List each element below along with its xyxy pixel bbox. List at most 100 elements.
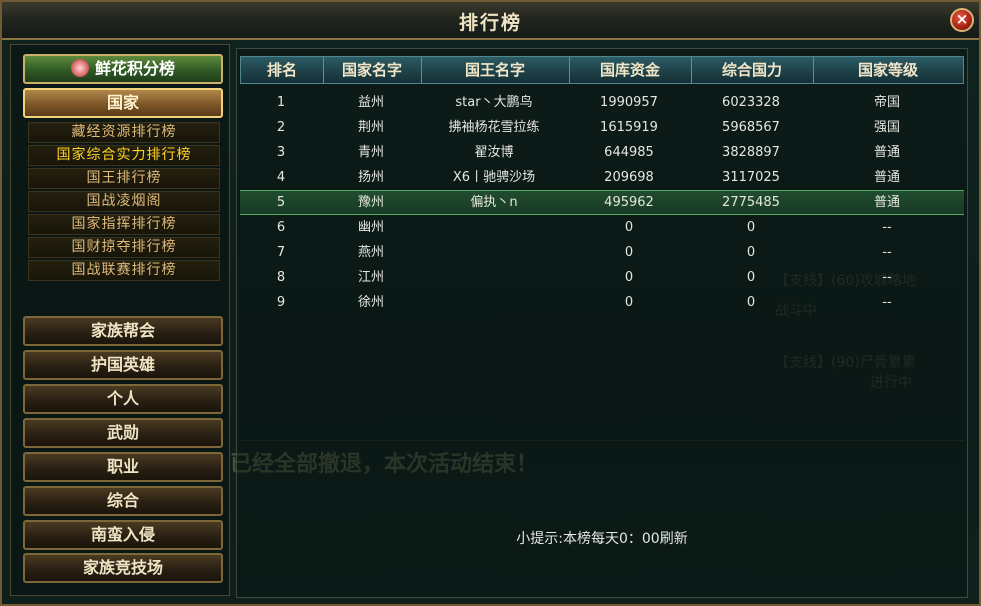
cell-king-name: 翟汝博: [474, 145, 514, 160]
category-label: 护国英雄: [90, 355, 155, 374]
cell-rank: 5: [276, 195, 286, 210]
sidebar-sub-item[interactable]: 藏经资源排行榜: [28, 122, 220, 143]
table-row[interactable]: 9 徐州 0 0 --: [240, 290, 964, 315]
cell-rank: 7: [276, 245, 286, 260]
cell-country-name: 燕州: [357, 245, 384, 260]
cell-country-name: 青州: [357, 145, 384, 160]
title-bar[interactable]: 排行榜 ×: [2, 2, 979, 40]
category-label: 个人: [106, 389, 139, 408]
country-category-label: 国家: [106, 93, 139, 112]
cell-king-name: [420, 215, 568, 240]
cell-treasury: 0: [624, 270, 634, 285]
cell-country-level: 帝国: [873, 95, 900, 110]
category-button[interactable]: 个人: [23, 384, 223, 414]
cell-country-level: --: [882, 220, 892, 235]
close-icon[interactable]: ×: [956, 10, 969, 28]
cell-rank: 9: [276, 295, 286, 310]
country-category-button[interactable]: 国家: [23, 88, 223, 118]
cell-country-level: 普通: [873, 145, 900, 160]
category-label: 家族竞技场: [82, 558, 163, 577]
flower-icon: [70, 58, 89, 77]
cell-rank: 2: [276, 120, 286, 135]
table-row[interactable]: 3 青州 翟汝博 644985 3828897 普通: [240, 140, 964, 165]
sidebar-sub-item-label: 国财掠夺排行榜: [71, 239, 177, 255]
sidebar-sub-item[interactable]: 国战联赛排行榜: [28, 260, 220, 281]
close-button[interactable]: ×: [950, 8, 974, 32]
cell-rank: 3: [276, 145, 286, 160]
category-button[interactable]: 南蛮入侵: [23, 520, 223, 550]
sidebar-sub-item-label: 国战凌烟阁: [86, 193, 162, 209]
sidebar-sub-item-label: 藏经资源排行榜: [71, 124, 177, 140]
cell-treasury: 0: [624, 295, 634, 310]
cell-king-name: [420, 265, 568, 290]
category-button[interactable]: 家族帮会: [23, 316, 223, 346]
cell-national-power: 0: [746, 220, 756, 235]
cell-treasury: 1990957: [600, 95, 658, 110]
cell-country-level: 强国: [873, 120, 900, 135]
category-label: 武勋: [106, 423, 139, 442]
cell-rank: 1: [276, 95, 286, 110]
cell-national-power: 6023328: [722, 95, 780, 110]
cell-king-name: [420, 290, 568, 315]
cell-country-level: --: [882, 270, 892, 285]
category-button[interactable]: 武勋: [23, 418, 223, 448]
table-row[interactable]: 1 益州 star丶大鹏鸟 1990957 6023328 帝国: [240, 90, 964, 115]
cell-treasury: 644985: [604, 145, 654, 160]
cell-treasury: 209698: [604, 170, 654, 185]
cell-rank: 8: [276, 270, 286, 285]
cell-king-name: star丶大鹏鸟: [455, 95, 533, 110]
cell-treasury: 1615919: [600, 120, 658, 135]
column-header-country-name[interactable]: 国家名字: [323, 57, 422, 83]
sidebar-sub-item-label: 国家综合实力排行榜: [56, 147, 192, 163]
flower-points-ranking-button[interactable]: 鲜花积分榜: [23, 54, 223, 84]
column-header-rank[interactable]: 排名: [241, 57, 324, 83]
category-button[interactable]: 护国英雄: [23, 350, 223, 380]
cell-treasury: 0: [624, 245, 634, 260]
cell-national-power: 2775485: [722, 195, 780, 210]
sidebar-sub-item-active[interactable]: 国家综合实力排行榜: [28, 145, 220, 166]
ranking-table-header: 排名 国家名字 国王名字 国库资金 综合国力 国家等级: [240, 56, 964, 84]
category-label: 职业: [106, 457, 139, 476]
column-header-national-power[interactable]: 综合国力: [691, 57, 814, 83]
sidebar-sub-item[interactable]: 国财掠夺排行榜: [28, 237, 220, 258]
category-button[interactable]: 综合: [23, 486, 223, 516]
cell-king-name: X6丨驰骋沙场: [452, 170, 536, 185]
sidebar-sub-item-label: 国家指挥排行榜: [71, 216, 177, 232]
cell-king-name: 拂袖杨花雪拉练: [448, 120, 540, 135]
cell-country-name: 荆州: [357, 120, 384, 135]
cell-country-name: 益州: [357, 95, 384, 110]
flower-points-ranking-label: 鲜花积分榜: [94, 59, 175, 78]
column-header-king-name[interactable]: 国王名字: [421, 57, 570, 83]
cell-country-level: 普通: [873, 170, 900, 185]
cell-national-power: 5968567: [722, 120, 780, 135]
table-row[interactable]: 8 江州 0 0 --: [240, 265, 964, 290]
cell-country-name: 徐州: [357, 295, 384, 310]
column-header-treasury[interactable]: 国库资金: [569, 57, 692, 83]
category-button[interactable]: 职业: [23, 452, 223, 482]
refresh-tip: 小提示:本榜每天0：00刷新: [516, 531, 688, 547]
table-row[interactable]: 4 扬州 X6丨驰骋沙场 209698 3117025 普通: [240, 165, 964, 190]
sidebar-sub-item[interactable]: 国家指挥排行榜: [28, 214, 220, 235]
cell-country-name: 江州: [357, 270, 384, 285]
cell-country-name: 扬州: [357, 170, 384, 185]
table-row[interactable]: 7 燕州 0 0 --: [240, 240, 964, 265]
sidebar-sub-item[interactable]: 国战凌烟阁: [28, 191, 220, 212]
sidebar-sub-item-label: 国战联赛排行榜: [71, 262, 177, 278]
cell-rank: 6: [276, 220, 286, 235]
cell-national-power: 0: [746, 245, 756, 260]
sidebar-sub-item[interactable]: 国王排行榜: [28, 168, 220, 189]
cell-rank: 4: [276, 170, 286, 185]
category-label: 南蛮入侵: [90, 525, 155, 544]
column-header-country-level[interactable]: 国家等级: [813, 57, 963, 83]
cell-national-power: 3828897: [722, 145, 780, 160]
table-row[interactable]: 2 荆州 拂袖杨花雪拉练 1615919 5968567 强国: [240, 115, 964, 140]
cell-country-level: --: [882, 245, 892, 260]
category-button[interactable]: 家族竞技场: [23, 553, 223, 583]
table-row[interactable]: 6 幽州 0 0 --: [240, 215, 964, 240]
category-label: 综合: [106, 491, 139, 510]
cell-country-name: 幽州: [357, 220, 384, 235]
cell-treasury: 495962: [604, 195, 654, 210]
table-row[interactable]: 5 豫州 偏执丶n 495962 2775485 普通: [240, 190, 964, 215]
cell-national-power: 3117025: [722, 170, 780, 185]
cell-national-power: 0: [746, 270, 756, 285]
